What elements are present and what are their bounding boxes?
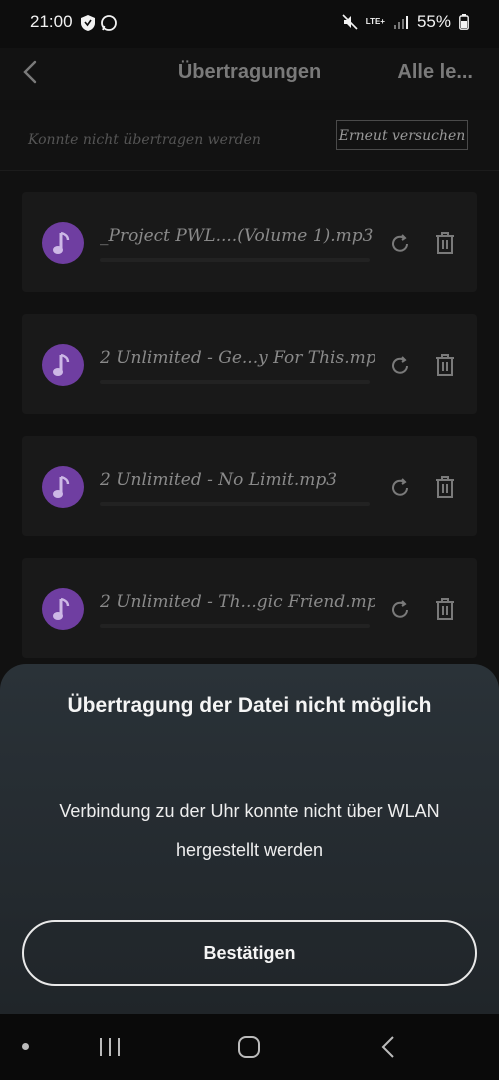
trash-icon[interactable]	[432, 596, 458, 622]
file-name: 2 Unlimited - Ge...y For This.mp3	[100, 348, 375, 368]
music-note-icon	[53, 597, 70, 620]
progress-bar	[100, 502, 370, 506]
nav-back-icon[interactable]	[378, 1035, 398, 1059]
music-note-icon	[53, 353, 70, 376]
whatsapp-icon	[101, 15, 117, 31]
trash-icon[interactable]	[432, 230, 458, 256]
failed-transfers-bar: Konnte nicht übertragen werden Erneut ve…	[0, 110, 499, 171]
battery-percent: 55%	[416, 12, 451, 31]
failed-message: Konnte nicht übertragen werden	[28, 132, 261, 148]
dialog-title: Übertragung der Datei nicht möglich	[67, 694, 432, 717]
retry-all-button[interactable]: Erneut versuchen	[336, 120, 468, 150]
status-notification-icons	[80, 14, 118, 32]
progress-bar	[100, 258, 370, 262]
transfer-item: 2 Unlimited - Ge...y For This.mp3	[22, 314, 477, 414]
recent-apps-icon[interactable]	[98, 1036, 122, 1058]
retry-icon[interactable]	[388, 476, 412, 500]
music-note-icon	[53, 475, 70, 498]
transfer-item: 2 Unlimited - Th...gic Friend.mp3	[22, 558, 477, 658]
progress-bar	[100, 624, 370, 628]
file-name: _Project PWL....(Volume 1).mp3	[100, 226, 374, 246]
music-note-avatar	[42, 222, 84, 264]
trash-icon[interactable]	[432, 352, 458, 378]
retry-icon[interactable]	[388, 598, 412, 622]
mute-icon	[342, 14, 358, 30]
battery-icon	[459, 14, 469, 30]
delete-all-button[interactable]: Alle le...	[397, 61, 473, 84]
confirm-button[interactable]: Bestätigen	[22, 920, 477, 986]
status-time: 21:00	[30, 12, 73, 31]
app-bar: Übertragungen Alle le...	[0, 48, 499, 100]
shield-icon	[81, 15, 95, 31]
nav-dot-icon	[22, 1043, 29, 1050]
transfer-item: 2 Unlimited - No Limit.mp3	[22, 436, 477, 536]
home-icon[interactable]	[237, 1035, 261, 1059]
music-note-avatar	[42, 344, 84, 386]
file-name: 2 Unlimited - No Limit.mp3	[100, 470, 338, 490]
transfer-item: _Project PWL....(Volume 1).mp3	[22, 192, 477, 292]
trash-icon[interactable]	[432, 474, 458, 500]
retry-icon[interactable]	[388, 232, 412, 256]
music-note-avatar	[42, 466, 84, 508]
system-nav-bar	[0, 1014, 499, 1080]
status-bar: 21:00 LTE+ 55%	[0, 0, 499, 48]
status-right: LTE+ 55%	[342, 12, 469, 32]
music-note-avatar	[42, 588, 84, 630]
progress-bar	[100, 380, 370, 384]
file-name: 2 Unlimited - Th...gic Friend.mp3	[100, 592, 375, 612]
retry-icon[interactable]	[388, 354, 412, 378]
music-note-icon	[53, 231, 70, 254]
signal-icon	[393, 16, 408, 29]
error-dialog: Übertragung der Datei nicht möglich Verb…	[0, 664, 499, 1014]
network-type: LTE+	[365, 17, 385, 26]
dialog-message: Verbindung zu der Uhr konnte nicht über …	[59, 801, 440, 860]
